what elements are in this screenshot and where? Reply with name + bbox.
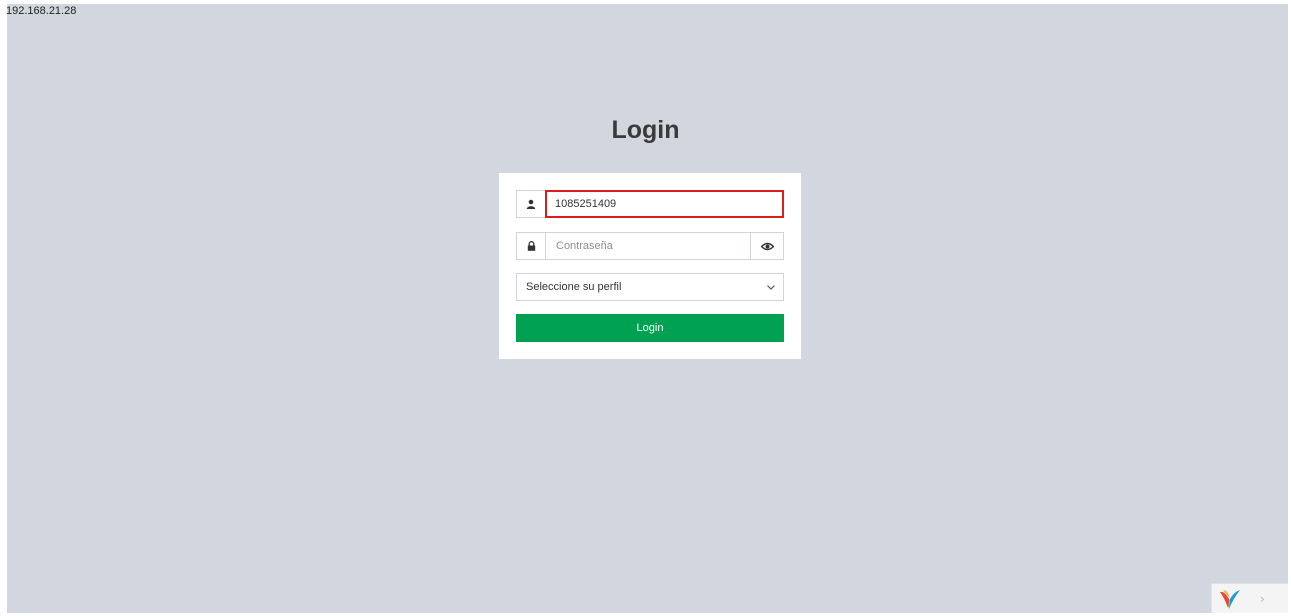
debug-toolbar[interactable]: › xyxy=(1211,583,1288,613)
chevron-right-icon[interactable]: › xyxy=(1260,592,1265,606)
user-icon xyxy=(516,190,545,218)
chevron-down-icon xyxy=(767,282,775,293)
page-title: Login xyxy=(0,116,1291,145)
password-group xyxy=(516,232,784,260)
yii-logo[interactable] xyxy=(1218,587,1242,611)
username-input[interactable] xyxy=(545,190,784,218)
profile-select[interactable]: Seleccione su perfil xyxy=(516,273,784,301)
ip-address-label: 192.168.21.28 xyxy=(6,5,76,17)
lock-icon xyxy=(516,232,545,260)
eye-icon[interactable] xyxy=(751,232,784,260)
login-card: Seleccione su perfil Login xyxy=(499,173,801,359)
login-button[interactable]: Login xyxy=(516,314,784,342)
username-group xyxy=(516,190,784,218)
password-input[interactable] xyxy=(545,232,751,260)
profile-select-value: Seleccione su perfil xyxy=(526,281,621,293)
